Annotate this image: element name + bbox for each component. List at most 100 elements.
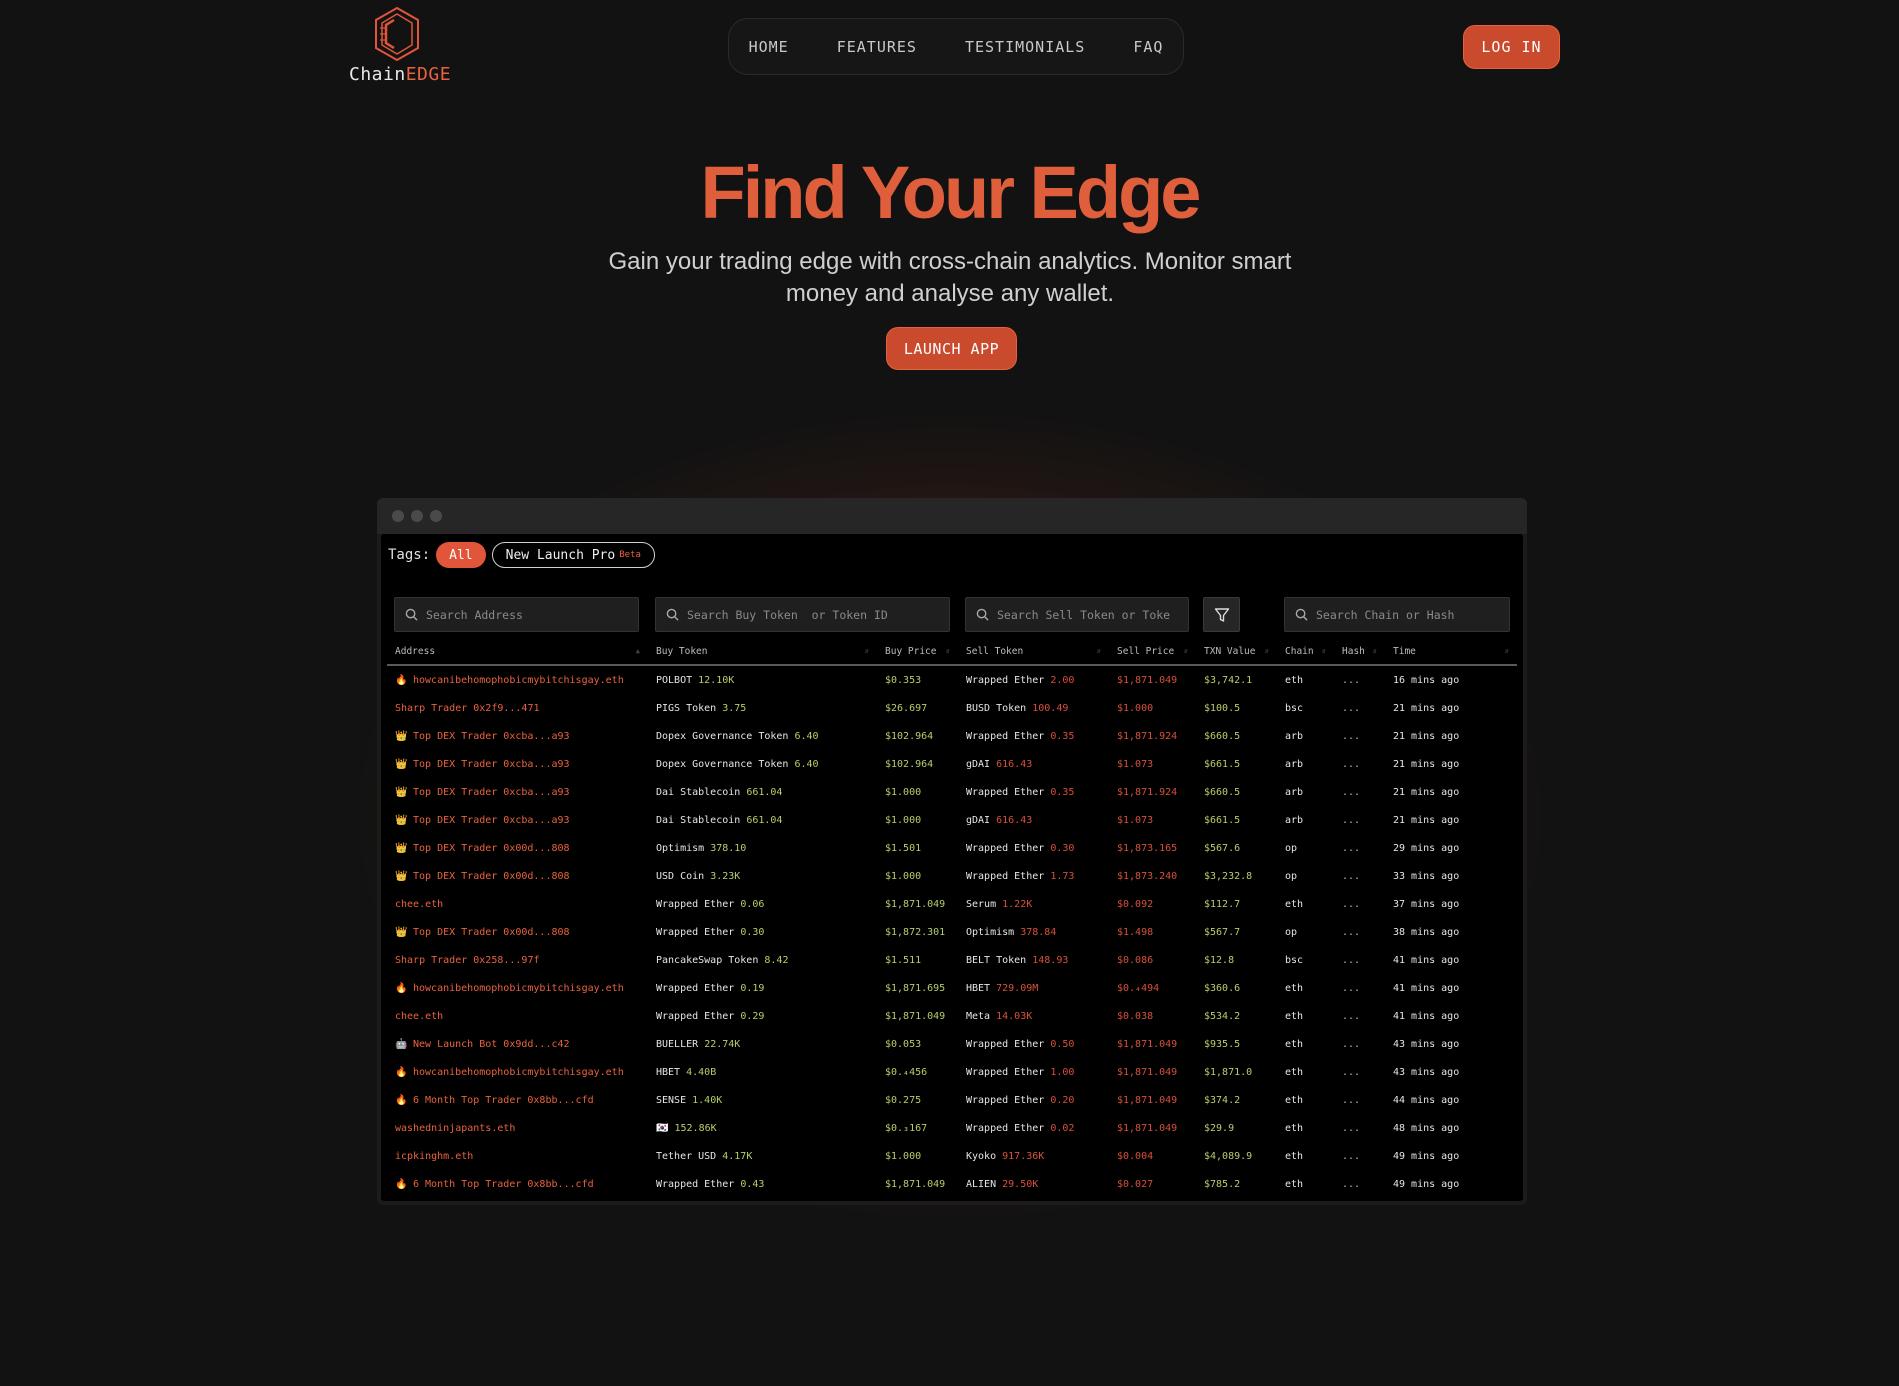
cell-address[interactable]: 🤖 New Launch Bot 0x9dd...c42 bbox=[387, 1030, 648, 1058]
tag-new-launch-pro[interactable]: New Launch Pro Beta bbox=[491, 542, 655, 568]
address-link[interactable]: New Launch Bot 0x9dd...c42 bbox=[413, 1039, 570, 1050]
column-header-buy-price[interactable]: Buy Price ⇵ bbox=[877, 638, 958, 666]
cell-address[interactable]: icpkinghm.eth bbox=[387, 1142, 648, 1170]
table-row[interactable]: icpkinghm.eth Tether USD 4.17K $1.000 Kyoko… bbox=[387, 1142, 1517, 1170]
cell-hash-link[interactable]: ... bbox=[1334, 1002, 1385, 1030]
column-header-buy-token[interactable]: Buy Token ⇵ bbox=[648, 638, 877, 666]
cell-hash-link[interactable]: ... bbox=[1334, 778, 1385, 806]
cell-hash-link[interactable]: ... bbox=[1334, 862, 1385, 890]
cell-address[interactable]: chee.eth bbox=[387, 1002, 648, 1030]
table-row[interactable]: 👑 Top DEX Trader 0x00d...808 Optimism 378.… bbox=[387, 834, 1517, 862]
nav-faq[interactable]: FAQ bbox=[1133, 38, 1163, 56]
cell-hash-link[interactable]: ... bbox=[1334, 946, 1385, 974]
cell-address[interactable]: 👑 Top DEX Trader 0xcba...a93 bbox=[387, 778, 648, 806]
table-row[interactable]: 👑 Top DEX Trader 0xcba...a93 Dai Stablecoi… bbox=[387, 806, 1517, 834]
table-row[interactable]: 🔥 howcanibehomophobicmybitchisgay.eth Wrap… bbox=[387, 974, 1517, 1002]
cell-hash-link[interactable]: ... bbox=[1334, 1086, 1385, 1114]
table-row[interactable]: 👑 Top DEX Trader 0xcba...a93 Dopex Governa… bbox=[387, 722, 1517, 750]
address-link[interactable]: Top DEX Trader 0x00d...808 bbox=[413, 871, 570, 882]
address-link[interactable]: chee.eth bbox=[395, 899, 443, 910]
cell-hash-link[interactable]: ... bbox=[1334, 1142, 1385, 1170]
tag-all[interactable]: All bbox=[436, 542, 486, 568]
table-row[interactable]: 🔥 6 Month Top Trader 0x8bb...cfd SENSE 1.4… bbox=[387, 1086, 1517, 1114]
cell-address[interactable]: 👑 Top DEX Trader 0xcba...a93 bbox=[387, 806, 648, 834]
cell-hash-link[interactable]: ... bbox=[1334, 1170, 1385, 1198]
address-link[interactable]: howcanibehomophobicmybitchisgay.eth bbox=[413, 675, 624, 686]
cell-address[interactable]: 🔥 6 Month Top Trader 0x8bb...cfd bbox=[387, 1086, 648, 1114]
column-header-address[interactable]: Address ▲ bbox=[387, 638, 648, 666]
address-link[interactable]: 6 Month Top Trader 0x8bb...cfd bbox=[413, 1095, 594, 1106]
table-row[interactable]: Sharp Trader 0x258...97f PancakeSwap Toke… bbox=[387, 946, 1517, 974]
cell-address[interactable]: 👑 Top DEX Trader 0x00d...808 bbox=[387, 834, 648, 862]
address-link[interactable]: Top DEX Trader 0xcba...a93 bbox=[413, 759, 570, 770]
table-row[interactable]: 👑 Top DEX Trader 0xcba...a93 Dopex Governa… bbox=[387, 750, 1517, 778]
column-header-time[interactable]: Time ⇵ bbox=[1385, 638, 1517, 666]
address-link[interactable]: icpkinghm.eth bbox=[395, 1151, 473, 1162]
table-row[interactable]: 🔥 6 Month Top Trader 0x8bb...cfd Wrapped E… bbox=[387, 1170, 1517, 1198]
cell-hash-link[interactable]: ... bbox=[1334, 918, 1385, 946]
cell-buy-token: Dai Stablecoin 661.04 bbox=[648, 778, 877, 806]
cell-hash-link[interactable]: ... bbox=[1334, 1030, 1385, 1058]
cell-hash-link[interactable]: ... bbox=[1334, 806, 1385, 834]
table-row[interactable]: 🔥 howcanibehomophobicmybitchisgay.eth HBET… bbox=[387, 1058, 1517, 1086]
address-link[interactable]: Top DEX Trader 0x00d...808 bbox=[413, 843, 570, 854]
address-link[interactable]: washedninjapants.eth bbox=[395, 1123, 515, 1134]
cell-hash-link[interactable]: ... bbox=[1334, 722, 1385, 750]
table-row[interactable]: 🔥 howcanibehomophobicmybitchisgay.eth POLB… bbox=[387, 665, 1517, 694]
address-link[interactable]: Top DEX Trader 0xcba...a93 bbox=[413, 731, 570, 742]
nav-home[interactable]: HOME bbox=[749, 38, 789, 56]
address-link[interactable]: Sharp Trader 0x258...97f bbox=[395, 955, 540, 966]
cell-address[interactable]: 🔥 howcanibehomophobicmybitchisgay.eth bbox=[387, 1058, 648, 1086]
cell-address[interactable]: 🔥 6 Month Top Trader 0x8bb...cfd bbox=[387, 1170, 648, 1198]
table-row[interactable]: chee.eth Wrapped Ether 0.29 $1,871.049 Meta… bbox=[387, 1002, 1517, 1030]
column-header-sell-price[interactable]: Sell Price ⇵ bbox=[1109, 638, 1196, 666]
cell-hash-link[interactable]: ... bbox=[1334, 890, 1385, 918]
search-chain-hash-field[interactable]: Search Chain or Hash bbox=[1284, 597, 1510, 632]
cell-hash-link[interactable]: ... bbox=[1334, 1114, 1385, 1142]
table-row[interactable]: Sharp Trader 0x2f9...471 PIGS Token 3.75 $… bbox=[387, 694, 1517, 722]
cell-address[interactable]: 👑 Top DEX Trader 0x00d...808 bbox=[387, 918, 648, 946]
search-address-field[interactable]: Search Address bbox=[394, 597, 639, 632]
search-buy-token-field[interactable]: Search Buy Token or Token ID bbox=[655, 597, 950, 632]
address-link[interactable]: howcanibehomophobicmybitchisgay.eth bbox=[413, 1067, 624, 1078]
cell-hash-link[interactable]: ... bbox=[1334, 750, 1385, 778]
cell-hash-link[interactable]: ... bbox=[1334, 974, 1385, 1002]
table-row[interactable]: chee.eth Wrapped Ether 0.06 $1,871.049 Seru… bbox=[387, 890, 1517, 918]
address-link[interactable]: Top DEX Trader 0xcba...a93 bbox=[413, 787, 570, 798]
cell-address[interactable]: 🔥 howcanibehomophobicmybitchisgay.eth bbox=[387, 665, 648, 694]
column-header-sell-token[interactable]: Sell Token ⇵ bbox=[958, 638, 1109, 666]
column-header-txn-value[interactable]: TXN Value ⇵ bbox=[1196, 638, 1277, 666]
cell-address[interactable]: chee.eth bbox=[387, 890, 648, 918]
cell-hash-link[interactable]: ... bbox=[1334, 694, 1385, 722]
table-row[interactable]: 👑 Top DEX Trader 0x00d...808 Wrapped Ether… bbox=[387, 918, 1517, 946]
search-sell-token-field[interactable]: Search Sell Token or Toke bbox=[965, 597, 1189, 632]
brand-logo[interactable]: ChainEDGE bbox=[349, 6, 451, 85]
address-link[interactable]: 6 Month Top Trader 0x8bb...cfd bbox=[413, 1179, 594, 1190]
cell-address[interactable]: 👑 Top DEX Trader 0x00d...808 bbox=[387, 862, 648, 890]
table-row[interactable]: 👑 Top DEX Trader 0xcba...a93 Dai Stablecoi… bbox=[387, 778, 1517, 806]
column-header-hash[interactable]: Hash ⇵ bbox=[1334, 638, 1385, 666]
address-link[interactable]: chee.eth bbox=[395, 1011, 443, 1022]
cell-address[interactable]: 🔥 howcanibehomophobicmybitchisgay.eth bbox=[387, 974, 648, 1002]
address-link[interactable]: howcanibehomophobicmybitchisgay.eth bbox=[413, 983, 624, 994]
cell-hash-link[interactable]: ... bbox=[1334, 665, 1385, 694]
filter-button[interactable] bbox=[1203, 597, 1240, 632]
table-row[interactable]: 👑 Top DEX Trader 0x00d...808 USD Coin 3.23… bbox=[387, 862, 1517, 890]
column-header-chain[interactable]: Chain ⇵ bbox=[1277, 638, 1334, 666]
nav-testimonials[interactable]: TESTIMONIALS bbox=[965, 38, 1085, 56]
cell-hash-link[interactable]: ... bbox=[1334, 1058, 1385, 1086]
launch-app-button[interactable]: LAUNCH APP bbox=[886, 327, 1017, 370]
login-button[interactable]: LOG IN bbox=[1463, 25, 1560, 69]
table-row[interactable]: washedninjapants.eth 🇰🇷 152.86K $0.₃167 Wra… bbox=[387, 1114, 1517, 1142]
table-row[interactable]: 🤖 New Launch Bot 0x9dd...c42 BUELLER 22.74… bbox=[387, 1030, 1517, 1058]
address-link[interactable]: Top DEX Trader 0xcba...a93 bbox=[413, 815, 570, 826]
cell-address[interactable]: washedninjapants.eth bbox=[387, 1114, 648, 1142]
address-link[interactable]: Top DEX Trader 0x00d...808 bbox=[413, 927, 570, 938]
cell-address[interactable]: 👑 Top DEX Trader 0xcba...a93 bbox=[387, 722, 648, 750]
cell-hash-link[interactable]: ... bbox=[1334, 834, 1385, 862]
cell-address[interactable]: Sharp Trader 0x258...97f bbox=[387, 946, 648, 974]
nav-features[interactable]: FEATURES bbox=[837, 38, 917, 56]
address-link[interactable]: Sharp Trader 0x2f9...471 bbox=[395, 703, 540, 714]
cell-address[interactable]: Sharp Trader 0x2f9...471 bbox=[387, 694, 648, 722]
cell-address[interactable]: 👑 Top DEX Trader 0xcba...a93 bbox=[387, 750, 648, 778]
